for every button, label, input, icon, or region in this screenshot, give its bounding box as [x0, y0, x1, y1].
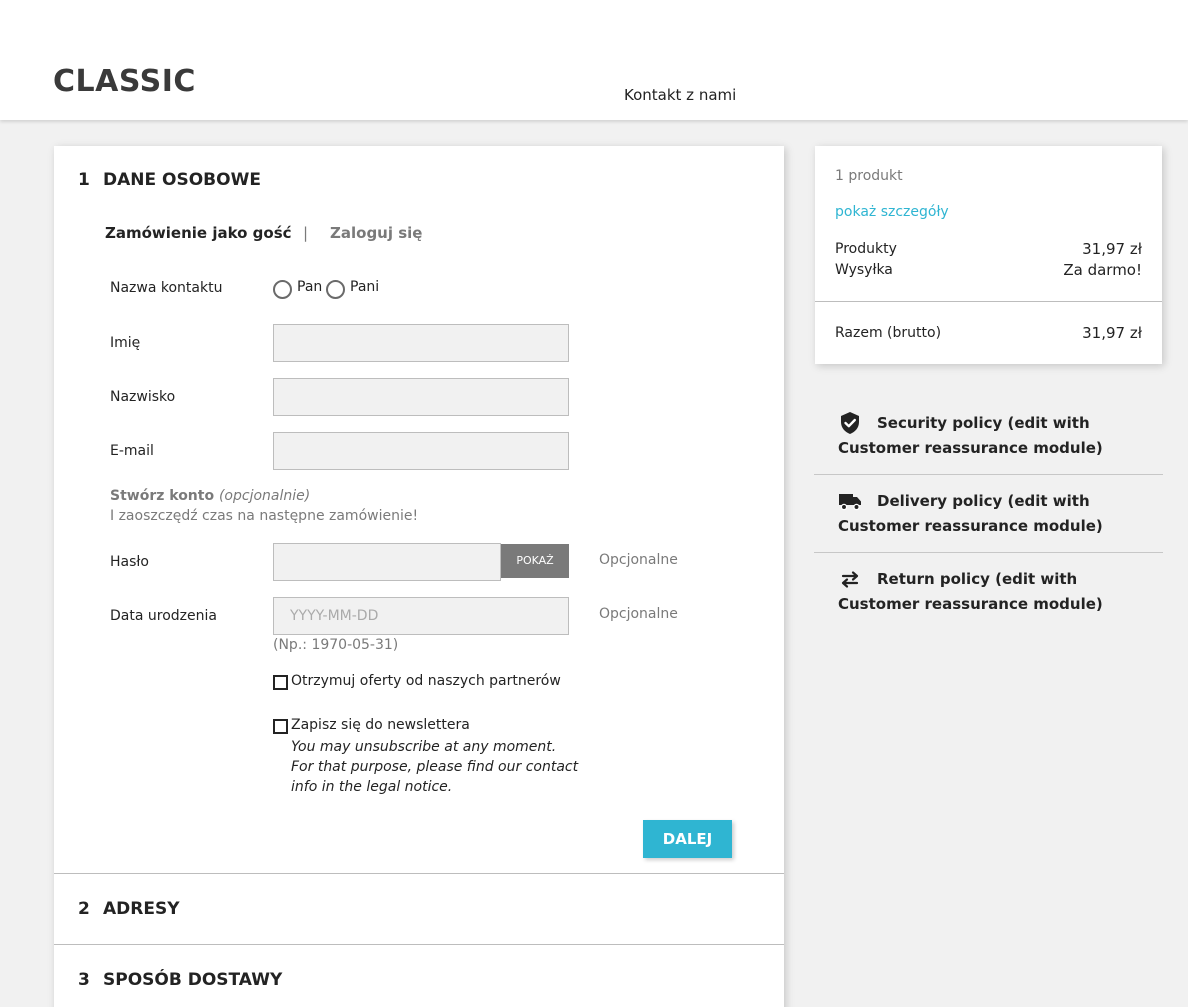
reassurance-divider — [814, 474, 1163, 475]
step-title: DANE OSOBOWE — [103, 170, 261, 190]
firstname-input[interactable] — [273, 324, 569, 362]
radio-mrs[interactable] — [326, 280, 345, 299]
step-addresses[interactable]: 2 ADRESY — [78, 899, 180, 919]
birthday-label: Data urodzenia — [110, 608, 217, 624]
step-shipping-method[interactable]: 3 SPOSÓB DOSTAWY — [78, 970, 282, 990]
products-subtotal-value: 31,97 zł — [1082, 240, 1142, 258]
contact-us-link[interactable]: Kontakt z nami — [624, 86, 736, 104]
email-input[interactable] — [273, 432, 569, 470]
lastname-label: Nazwisko — [110, 389, 176, 405]
reassurance-divider — [814, 552, 1163, 553]
step-title: ADRESY — [103, 899, 180, 919]
password-input[interactable] — [273, 543, 501, 581]
step-title: SPOSÓB DOSTAWY — [103, 970, 283, 990]
radio-mrs-label[interactable]: Pani — [350, 279, 379, 295]
total-value: 31,97 zł — [1082, 324, 1142, 342]
total-label: Razem (brutto) — [835, 325, 942, 341]
birthday-hint: (Np.: 1970-05-31) — [273, 637, 399, 653]
partner-offers-label[interactable]: Otrzymuj oferty od naszych partnerów — [291, 673, 561, 689]
lastname-input[interactable] — [273, 378, 569, 416]
shipping-label: Wysyłka — [835, 262, 893, 278]
tab-separator: | — [303, 224, 309, 242]
tab-guest-order[interactable]: Zamówienie jako gość — [105, 224, 292, 242]
site-header: CLASSIC Kontakt z nami — [0, 0, 1188, 120]
product-count: 1 produkt — [835, 168, 903, 184]
reassurance-text: Delivery policy (edit with Customer reas… — [838, 492, 1103, 535]
password-optional-text: Opcjonalne — [599, 552, 678, 568]
password-label: Hasło — [110, 554, 149, 570]
birthday-optional-text: Opcjonalne — [599, 606, 678, 622]
checkout-steps: 1 DANE OSOBOWE Zamówienie jako gość | Zal… — [54, 146, 784, 1007]
create-account-subtitle: I zaoszczędź czas na następne zamówienie… — [110, 508, 419, 524]
partner-offers-checkbox[interactable] — [273, 675, 288, 690]
create-account-optional: (opcjonalnie) — [218, 488, 311, 504]
step-number: 1 — [78, 170, 90, 190]
step-number: 2 — [78, 899, 90, 919]
create-account-title: Stwórz konto (opcjonalnie) — [110, 488, 310, 504]
radio-mr-label[interactable]: Pan — [297, 279, 322, 295]
continue-button[interactable]: DALEJ — [643, 820, 732, 858]
cart-summary: 1 produkt pokaż szczegóły Produkty 31,97… — [815, 146, 1162, 364]
summary-divider — [815, 301, 1162, 302]
tab-sign-in[interactable]: Zaloguj się — [330, 224, 422, 242]
step-divider — [54, 873, 784, 874]
birthday-input[interactable]: YYYY-MM-DD — [273, 597, 569, 635]
reassurance-text: Security policy (edit with Customer reas… — [838, 414, 1103, 457]
step-divider — [54, 944, 784, 945]
radio-mr[interactable] — [273, 280, 292, 299]
step-personal-info[interactable]: 1 DANE OSOBOWE — [78, 170, 261, 190]
shop-logo[interactable]: CLASSIC — [53, 64, 196, 99]
email-label: E-mail — [110, 443, 154, 459]
social-title-label: Nazwa kontaktu — [110, 280, 223, 296]
products-subtotal-label: Produkty — [835, 241, 897, 257]
create-account-heading: Stwórz konto — [110, 488, 215, 504]
newsletter-note: You may unsubscribe at any moment. For t… — [291, 739, 579, 795]
reassurance-text: Return policy (edit with Customer reassu… — [838, 570, 1103, 613]
firstname-label: Imię — [110, 335, 141, 351]
newsletter-label[interactable]: Zapisz się do newslettera — [291, 717, 470, 733]
show-password-button[interactable]: POKAŻ — [501, 544, 569, 578]
show-details-link[interactable]: pokaż szczegóły — [835, 204, 949, 220]
shipping-value: Za darmo! — [1063, 261, 1142, 279]
step-number: 3 — [78, 970, 90, 990]
newsletter-checkbox[interactable] — [273, 719, 288, 734]
